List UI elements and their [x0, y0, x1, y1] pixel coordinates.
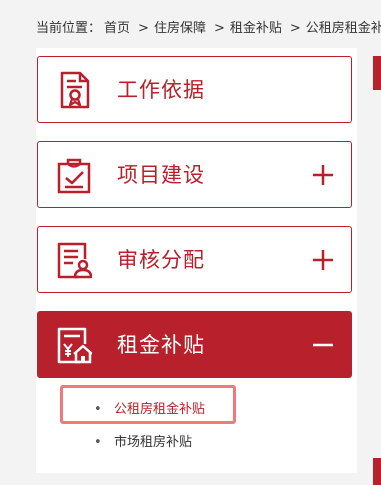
submenu-item-market-rental-subsidy[interactable]: • 市场租房补贴	[94, 434, 192, 452]
breadcrumb-separator: >	[213, 21, 225, 36]
breadcrumb-prefix: 当前位置：	[36, 21, 102, 36]
breadcrumb-separator: >	[289, 21, 301, 36]
sidebar-item-project-construction[interactable]: 项目建设	[37, 141, 352, 208]
sidebar-item-label: 项目建设	[117, 163, 205, 187]
sidebar-item-work-basis[interactable]: 工作依据	[37, 56, 352, 123]
content-accent-bar	[373, 458, 381, 485]
bullet: •	[94, 402, 102, 417]
sidebar-item-label: 工作依据	[117, 78, 205, 102]
breadcrumb: 当前位置：首页 > 住房保障 > 租金补贴 > 公租房租金补贴	[36, 19, 381, 39]
submenu-item-label: 公租房租金补贴	[114, 402, 206, 417]
breadcrumb-housing[interactable]: 住房保障	[154, 21, 206, 36]
breadcrumb-separator: >	[138, 21, 149, 36]
document-certificate-icon	[60, 71, 90, 109]
sidebar-item-rent-subsidy[interactable]: 租金补贴	[37, 311, 352, 378]
plus-icon[interactable]	[311, 248, 335, 272]
plus-icon[interactable]	[311, 163, 335, 187]
content-accent-bar	[373, 56, 381, 90]
sidebar-item-label: 审核分配	[117, 248, 205, 272]
form-user-icon	[57, 242, 92, 279]
bullet: •	[94, 435, 102, 450]
house-subsidy-icon	[57, 327, 92, 364]
sidebar-item-review-allocation[interactable]: 审核分配	[37, 226, 352, 293]
sidebar-item-label: 租金补贴	[117, 333, 205, 357]
submenu-item-public-rental-subsidy[interactable]: • 公租房租金补贴	[94, 401, 205, 419]
breadcrumb-home[interactable]: 首页	[104, 21, 130, 36]
submenu-item-label: 市场租房补贴	[114, 435, 193, 450]
breadcrumb-current: 公租房租金补贴	[305, 21, 381, 36]
clipboard-check-icon	[57, 158, 91, 194]
minus-icon[interactable]	[311, 333, 335, 357]
breadcrumb-rent-subsidy[interactable]: 租金补贴	[230, 21, 282, 36]
